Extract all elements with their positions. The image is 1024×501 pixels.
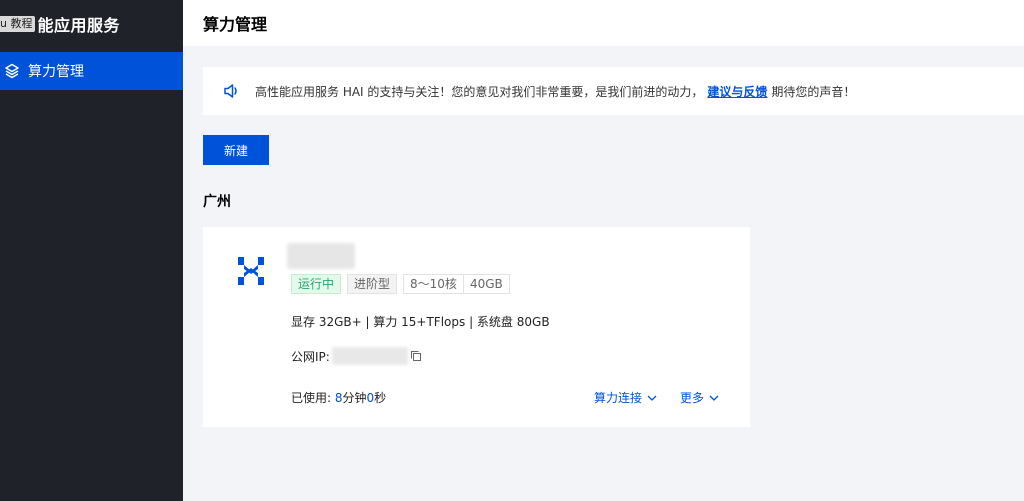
instance-card: 运行中 进阶型 8～10核 40GB 显存 32GB+ | 算力 15+TFlo… [203,227,750,427]
topbar: 算力管理 [183,0,1024,46]
sidebar-item-compute-management[interactable]: 算力管理 [0,52,183,90]
usage-prefix: 已使用: [291,391,332,405]
page-title: 算力管理 [203,15,268,34]
usage-minutes: 8 [334,391,343,405]
tier-badge: 进阶型 [347,274,398,294]
notice-banner: 高性能应用服务 HAI 的支持与关注！您的意见对我们非常重要，是我们前进的动力，… [203,67,1024,115]
brand-tag: u 教程 [0,16,36,32]
sidebar-item-label: 算力管理 [28,64,84,80]
memory-badge: 40GB [462,274,510,294]
brand-title: 能应用服务 [37,16,120,35]
copy-icon[interactable] [410,350,422,362]
usage-time: 已使用: 8分钟0秒 [291,389,386,406]
feedback-link[interactable]: 建议与反馈 [707,83,767,100]
region-title: 广州 [203,194,231,210]
connect-label: 算力连接 [594,391,643,405]
status-badge: 运行中 [291,274,342,294]
cores-badge: 8～10核 [403,274,463,294]
hai-logo-icon [237,255,265,291]
notice-text-end: 期待您的声音！ [771,84,856,99]
instance-specs: 显存 32GB+ | 算力 15+TFlops | 系统盘 80GB [291,315,550,329]
ip-label: 公网IP: [291,349,330,364]
usage-min-unit: 分钟 [342,391,367,405]
usage-sec-unit: 秒 [374,391,387,405]
ip-value-redacted [331,347,408,365]
brand: u 教程 能应用服务 [0,10,120,38]
new-button[interactable]: 新建 [203,135,269,165]
more-dropdown[interactable]: 更多 [680,389,719,406]
instance-name-redacted [287,243,355,269]
notice-text: 高性能应用服务 HAI 的支持与关注！您的意见对我们非常重要，是我们前进的动力， [255,84,704,99]
speaker-icon [223,83,241,99]
sidebar: u 教程 能应用服务 算力管理 [0,0,183,501]
layers-icon [4,63,20,79]
connect-dropdown[interactable]: 算力连接 [594,389,657,406]
more-label: 更多 [680,391,705,405]
chevron-down-icon [647,395,657,401]
chevron-down-icon [709,395,719,401]
ip-line: 公网IP: [291,347,422,365]
instance-tags: 运行中 进阶型 8～10核 40GB [291,274,516,294]
